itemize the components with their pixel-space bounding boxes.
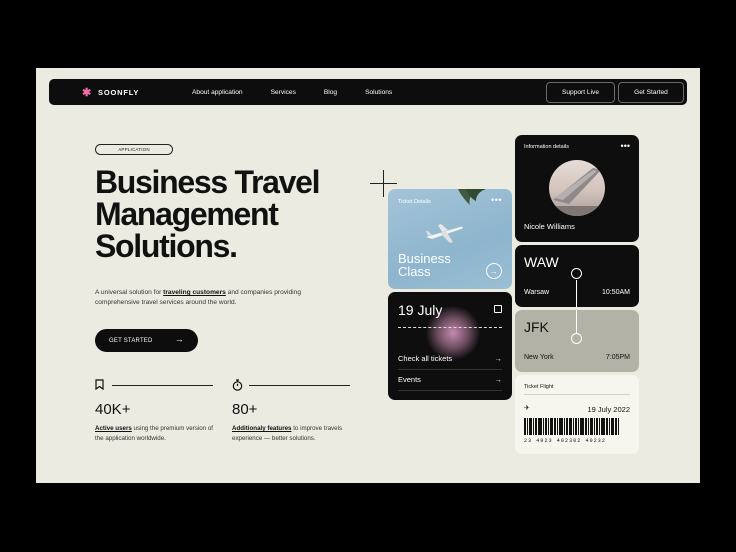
check-all-tickets-label: Check all tickets bbox=[398, 354, 453, 363]
departure-card: WAW Warsaw 10:50AM bbox=[515, 245, 639, 307]
stopwatch-icon bbox=[232, 379, 243, 394]
information-details-card: Information details ••• Nicole Williams bbox=[515, 135, 639, 242]
selected-date: 19 July bbox=[398, 302, 443, 318]
brand-logo[interactable]: ✱ SOONFLY bbox=[49, 79, 178, 105]
arrow-right-circle-icon[interactable]: → bbox=[486, 263, 502, 279]
arrival-code: JFK bbox=[524, 319, 549, 335]
page-title: Business Travel Management Solutions. bbox=[95, 164, 321, 264]
avatar bbox=[549, 160, 605, 216]
get-started-label: GET STARTED bbox=[109, 337, 153, 344]
more-options-icon[interactable]: ••• bbox=[621, 141, 630, 151]
get-started-nav-button[interactable]: Get Started bbox=[618, 82, 684, 103]
barcode-number: 23 4023 402302 40232 bbox=[524, 438, 607, 444]
more-options-icon[interactable]: ••• bbox=[491, 195, 502, 205]
ticket-details-label: Ticket Details bbox=[398, 199, 431, 205]
information-details-label: Information details bbox=[524, 144, 569, 150]
stat-value: 40K+ bbox=[95, 401, 131, 418]
divider bbox=[524, 394, 630, 395]
check-all-tickets-link[interactable]: Check all tickets → bbox=[398, 354, 502, 363]
ticket-class-line-2: Class bbox=[398, 264, 431, 279]
description-link[interactable]: traveling customers bbox=[163, 289, 226, 296]
bookmark-icon bbox=[95, 379, 104, 393]
route-line bbox=[576, 310, 577, 333]
events-link[interactable]: Events → bbox=[398, 375, 502, 384]
departure-time: 10:50AM bbox=[601, 289, 630, 296]
divider bbox=[398, 369, 502, 370]
ticket-details-card[interactable]: Ticket Details ••• Business Class → bbox=[388, 189, 512, 289]
user-name: Nicole Williams bbox=[524, 222, 575, 231]
nav-link-services[interactable]: Services bbox=[271, 89, 296, 96]
calendar-icon[interactable] bbox=[494, 305, 502, 313]
stat-description: Active users using the premium version o… bbox=[95, 424, 220, 444]
title-line-1: Business Travel bbox=[95, 164, 321, 200]
arrival-time: 7:05PM bbox=[605, 354, 630, 361]
departure-code: WAW bbox=[524, 254, 559, 270]
date-card: 19 July Check all tickets → Events → bbox=[388, 292, 512, 400]
departure-city: Warsaw bbox=[524, 289, 550, 296]
stat-description: Additionaly features to improve travels … bbox=[232, 424, 357, 444]
get-started-button[interactable]: GET STARTED → bbox=[95, 329, 198, 352]
navbar: ✱ SOONFLY About application Services Blo… bbox=[49, 79, 687, 105]
nav-link-solutions[interactable]: Solutions bbox=[365, 89, 392, 96]
arrival-city: New York bbox=[524, 354, 554, 361]
ticket-class-title: Business Class bbox=[398, 252, 451, 278]
events-label: Events bbox=[398, 375, 421, 384]
arrow-right-icon: → bbox=[174, 334, 184, 344]
divider bbox=[112, 385, 213, 386]
palm-leaf-icon bbox=[458, 189, 486, 205]
title-line-3: Solutions. bbox=[95, 228, 238, 264]
landing-page: ✱ SOONFLY About application Services Blo… bbox=[36, 68, 700, 483]
route-point-icon bbox=[571, 333, 582, 344]
arrow-right-icon: → bbox=[494, 354, 503, 363]
support-live-button[interactable]: Support Live bbox=[546, 82, 615, 103]
description-text: A universal solution for bbox=[95, 289, 164, 296]
divider bbox=[249, 385, 350, 386]
ticket-flight-label: Ticket Flight bbox=[524, 384, 554, 390]
airplane-icon bbox=[426, 224, 463, 243]
ticket-flight-card[interactable]: Ticket Flight ✈ 19 July 2022 23 4023 402… bbox=[515, 375, 639, 454]
divider bbox=[398, 390, 502, 391]
route-line bbox=[576, 280, 577, 307]
star-logo-icon: ✱ bbox=[82, 86, 93, 99]
arrival-card: JFK New York 7:05PM bbox=[515, 310, 639, 372]
nav-link-blog[interactable]: Blog bbox=[324, 89, 337, 96]
hero-description: A universal solution for traveling custo… bbox=[95, 288, 327, 308]
stat-link[interactable]: Active users bbox=[95, 425, 132, 432]
arrow-right-icon: → bbox=[494, 375, 503, 384]
dashed-divider bbox=[398, 327, 502, 328]
barcode bbox=[524, 418, 630, 435]
category-badge: APPLICATION bbox=[95, 144, 173, 155]
flight-date: 19 July 2022 bbox=[587, 405, 630, 414]
nav-link-about[interactable]: About application bbox=[192, 89, 243, 96]
airplane-wing-photo bbox=[549, 168, 605, 216]
route-point-icon bbox=[571, 268, 582, 279]
stat-link[interactable]: Additionaly features bbox=[232, 425, 291, 432]
nav-links: About application Services Blog Solution… bbox=[192, 79, 420, 105]
title-line-2-highlighted: Management bbox=[95, 196, 280, 232]
stat-value: 80+ bbox=[232, 401, 258, 418]
brand-name: SOONFLY bbox=[98, 87, 140, 97]
airplane-icon: ✈ bbox=[524, 405, 530, 412]
